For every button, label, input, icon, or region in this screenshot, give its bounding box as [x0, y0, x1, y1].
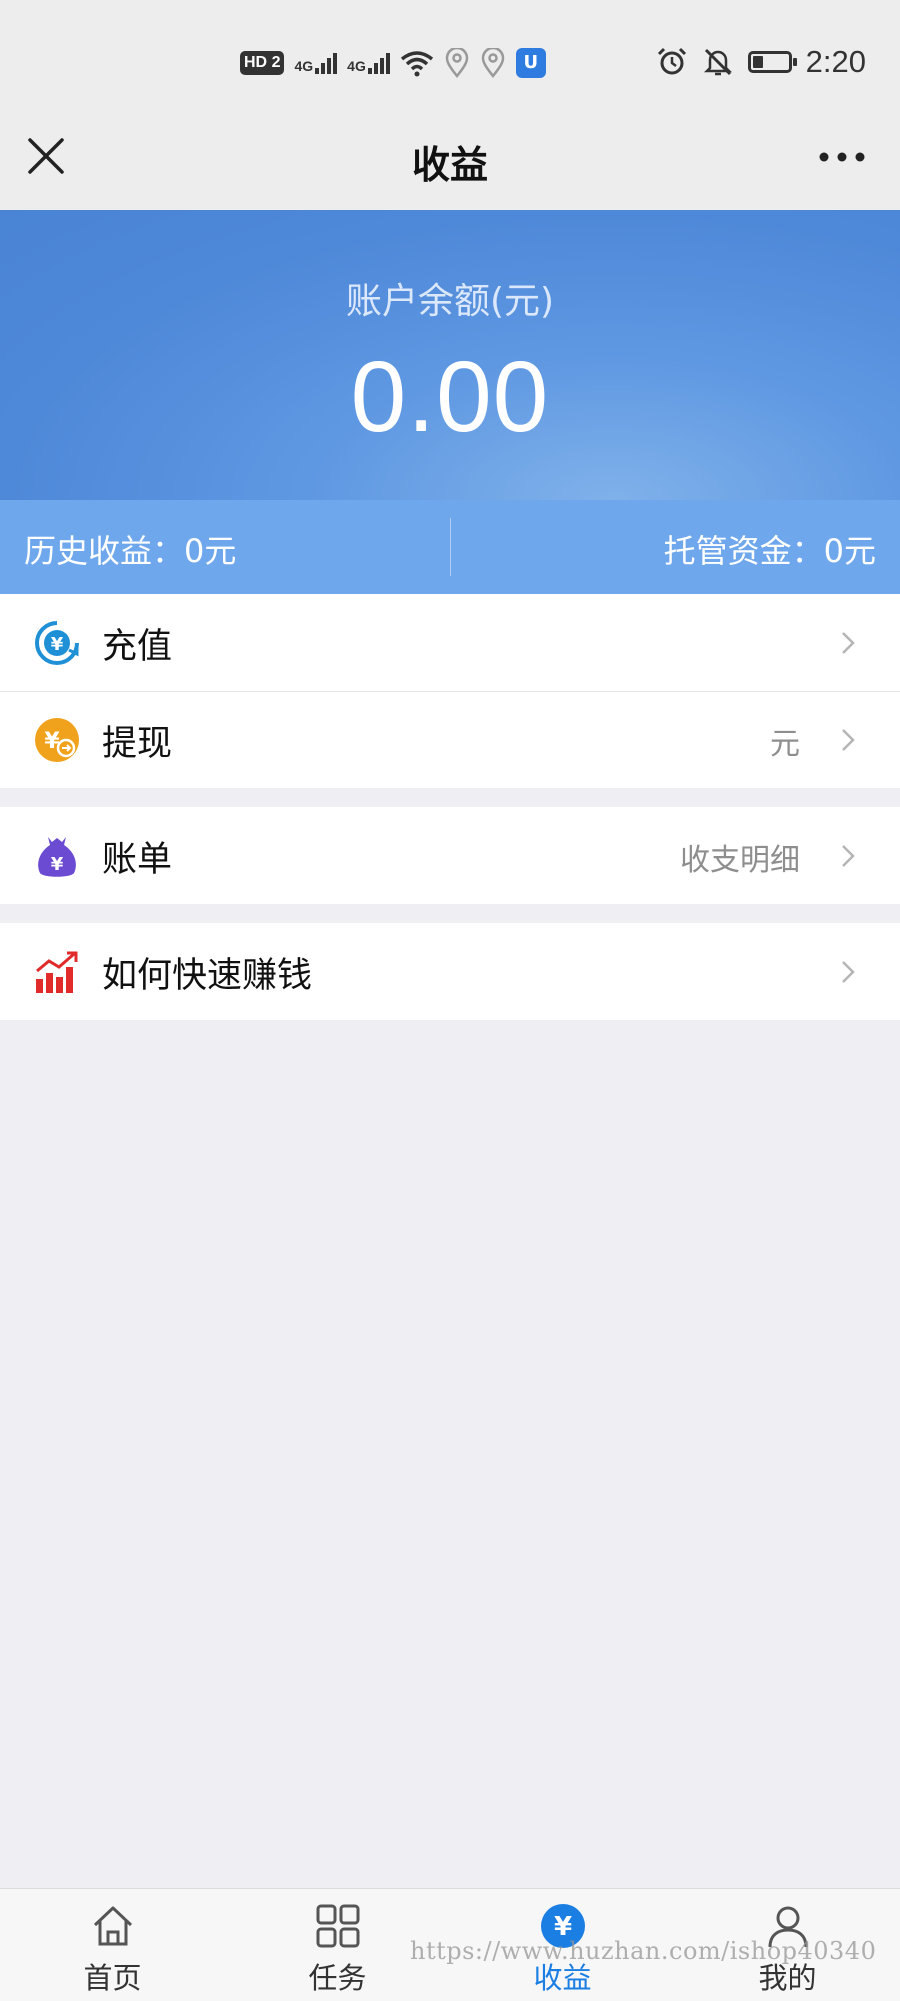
withdraw-amount: 元 [770, 727, 800, 762]
money-bag-icon: ¥ [38, 837, 76, 877]
home-icon [93, 1906, 133, 1946]
status-left-icons: HD 2 4G 4G U [240, 48, 546, 78]
balance-amount: 0.00 [350, 341, 550, 453]
status-bar: HD 2 4G 4G U 2:20 [0, 0, 900, 108]
signal-icon: 4G [347, 52, 390, 74]
network-type-label: 4G [347, 57, 366, 74]
yuan-refresh-icon: ¥ [35, 621, 79, 665]
tab-home[interactable]: 首页 [0, 1889, 225, 2001]
app-notification-icon: U [515, 48, 546, 78]
bar-chart-icon [36, 951, 78, 993]
location-icon [445, 48, 469, 78]
bill-group: ¥ 账单 收支明细 [0, 807, 900, 904]
earn-tips-label: 如何快速赚钱 [102, 956, 313, 996]
balance-label: 账户余额(元) [345, 281, 555, 322]
page-title: 收益 [411, 143, 488, 187]
grid-icon [316, 1904, 360, 1948]
bill-label: 账单 [102, 840, 173, 880]
hd-icon: HD 2 [240, 51, 285, 75]
funds-group: ¥ 充值 ¥ 提现 元 [0, 594, 900, 788]
status-right-icons: 2:20 [656, 44, 866, 80]
signal-icon: 4G [294, 52, 338, 74]
earn-tips-row[interactable]: 如何快速赚钱 [0, 923, 900, 1020]
nav-bar: 收益 [0, 108, 900, 210]
chevron-right-icon [842, 961, 855, 983]
bottom-tab-bar: 首页 任务 ¥ 收益 我的 https://www.huzhan.com/ish… [0, 1888, 900, 2001]
withdraw-label: 提现 [102, 724, 173, 764]
more-icon[interactable] [810, 132, 874, 182]
mute-icon [703, 48, 732, 76]
earnings-stats: 历史收益：0元 托管资金：0元 [0, 500, 900, 594]
history-earnings: 历史收益：0元 [24, 532, 237, 570]
escrow-funds: 托管资金：0元 [663, 532, 876, 570]
watermark: https://www.huzhan.com/ishop40340 [410, 1937, 877, 1965]
withdraw-row[interactable]: ¥ 提现 元 [0, 691, 900, 788]
battery-icon [747, 51, 797, 73]
alarm-icon [657, 47, 686, 75]
chevron-right-icon [842, 632, 855, 654]
network-type-label: 4G [294, 57, 314, 74]
stats-divider [450, 518, 451, 576]
tab-label: 首页 [83, 1961, 142, 1995]
location-icon [481, 48, 505, 78]
recharge-row[interactable]: ¥ 充值 [0, 594, 900, 691]
chevron-right-icon [842, 845, 855, 867]
bill-details-link: 收支明细 [680, 843, 800, 878]
svg-text:¥: ¥ [51, 634, 64, 655]
chevron-right-icon [842, 729, 855, 751]
balance-card: 账户余额(元) 0.00 [0, 210, 900, 500]
svg-text:¥: ¥ [51, 854, 64, 875]
bill-row[interactable]: ¥ 账单 收支明细 [0, 807, 900, 904]
tips-group: 如何快速赚钱 [0, 923, 900, 1020]
wifi-icon [400, 51, 433, 77]
clock: 2:20 [805, 44, 866, 79]
yuan-withdraw-icon: ¥ [35, 718, 79, 762]
recharge-label: 充值 [102, 627, 173, 667]
